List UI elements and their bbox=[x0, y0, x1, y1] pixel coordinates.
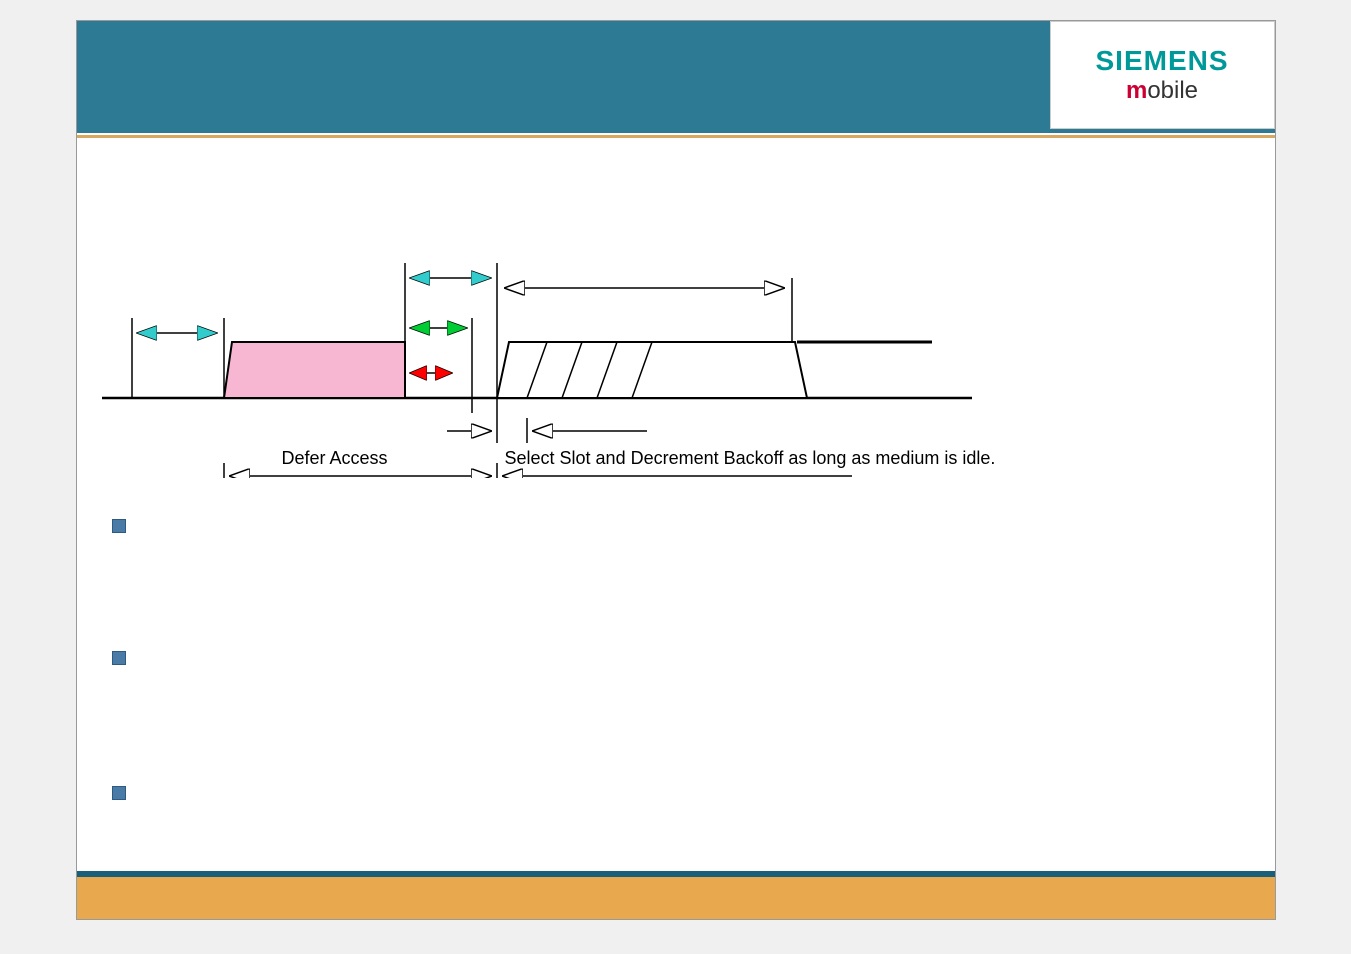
logo-m: m bbox=[1126, 77, 1147, 104]
footer-bar bbox=[77, 871, 1275, 919]
slide: SIEMENS mobile bbox=[76, 20, 1276, 920]
timing-diagram bbox=[77, 138, 1276, 478]
logo-siemens: SIEMENS bbox=[1095, 45, 1228, 77]
bullet-icon bbox=[112, 651, 126, 665]
header-bar: SIEMENS mobile bbox=[77, 21, 1275, 133]
select-slot-label: Select Slot and Decrement Backoff as lon… bbox=[505, 448, 996, 469]
defer-access-label: Defer Access bbox=[282, 448, 388, 469]
diagram-area: Defer Access Select Slot and Decrement B… bbox=[77, 138, 1275, 478]
bullet-icon bbox=[112, 519, 126, 533]
logo-mobile: mobile bbox=[1126, 77, 1198, 105]
logo-box: SIEMENS mobile bbox=[1050, 21, 1275, 129]
bullet-icon bbox=[112, 786, 126, 800]
logo-obile: obile bbox=[1147, 77, 1198, 104]
